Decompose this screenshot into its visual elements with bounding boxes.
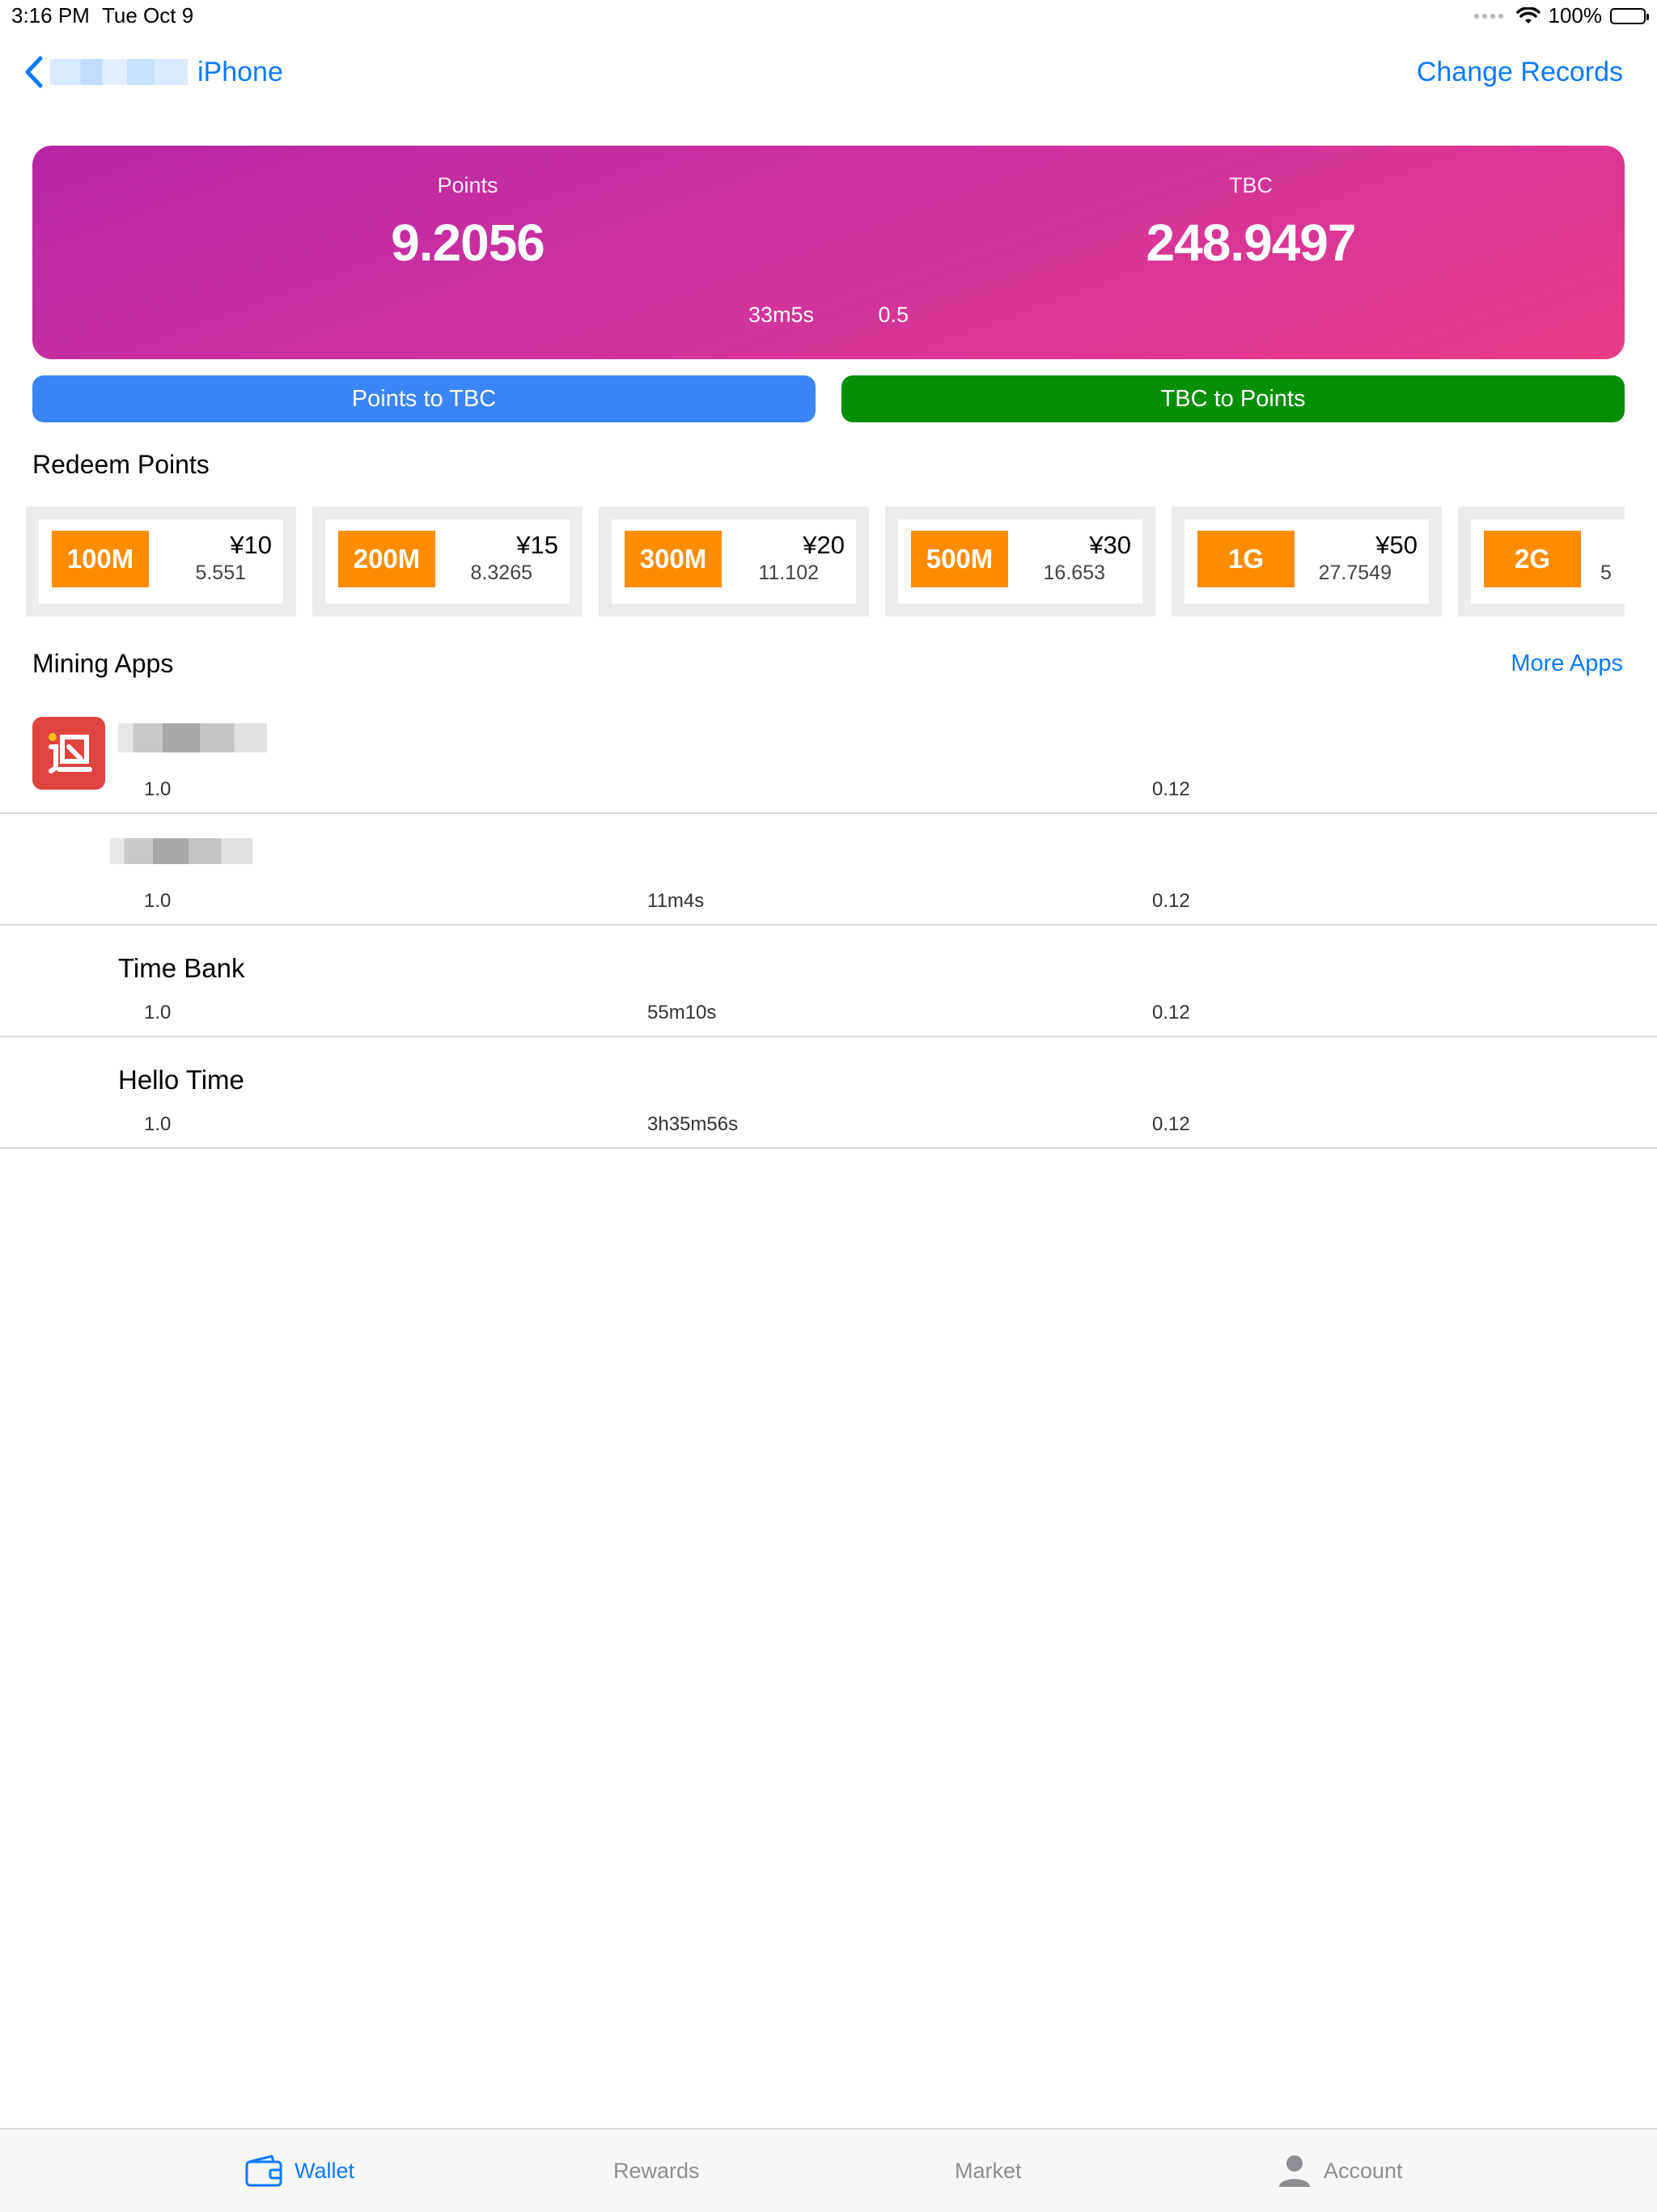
mining-app-row[interactable]: Time Bank 1.0 55m10s 0.12: [0, 924, 1657, 1037]
redeem-item[interactable]: 500M ¥30 16.653: [885, 506, 1155, 617]
app-version: 1.0: [144, 1002, 172, 1023]
redeem-card: 100M ¥10 5.551: [39, 519, 283, 604]
data-amount-badge: 200M: [338, 531, 435, 587]
data-amount-badge: 500M: [911, 531, 1008, 587]
tab-market[interactable]: Market: [955, 2129, 1022, 2212]
redeem-points: 16.653: [1043, 561, 1105, 584]
tbc-label: TBC: [1229, 173, 1273, 197]
redeem-list[interactable]: 100M ¥10 5.551 200M ¥15 8.3265 300M ¥20 …: [26, 506, 1625, 617]
mining-title: Mining Apps: [32, 649, 174, 678]
redeem-card: 2G 5: [1471, 519, 1625, 604]
balance-card: Points 9.2056 TBC 248.9497 33m5s 0.5: [32, 146, 1625, 359]
redeem-title: Redeem Points: [32, 450, 210, 479]
tab-account-label: Account: [1324, 2158, 1403, 2183]
data-amount-badge: 2G: [1484, 531, 1581, 587]
status-time: 3:16 PM: [11, 3, 90, 28]
tab-rewards-label: Rewards: [613, 2158, 700, 2183]
points-to-tbc-button[interactable]: Points to TBC: [32, 375, 816, 422]
redeem-points: 5: [1600, 561, 1612, 584]
app-time: 3h35m56s: [647, 1113, 739, 1135]
app-rate: 0.12: [1152, 890, 1190, 912]
change-records-button[interactable]: Change Records: [1417, 57, 1623, 88]
redeem-item[interactable]: 100M ¥10 5.551: [26, 506, 296, 617]
more-apps-link[interactable]: More Apps: [1511, 650, 1623, 677]
battery-icon: [1610, 7, 1649, 24]
nav-bar: iPhone Change Records: [0, 49, 1657, 97]
back-button[interactable]: iPhone: [18, 53, 283, 91]
app-time: 55m10s: [647, 1002, 717, 1023]
cellular-icon: [1473, 13, 1503, 19]
redeem-points: 27.7549: [1318, 561, 1392, 584]
tab-rewards[interactable]: Rewards: [613, 2129, 700, 2212]
points-label: Points: [437, 173, 498, 197]
redeem-card: 1G ¥50 27.7549: [1184, 519, 1429, 604]
points-value: 9.2056: [391, 214, 545, 272]
tab-market-label: Market: [955, 2158, 1022, 2183]
data-amount-badge: 1G: [1197, 531, 1295, 587]
app-version: 1.0: [144, 778, 172, 800]
blurred-app-name: [110, 838, 252, 864]
app-version: 1.0: [144, 890, 172, 912]
wallet-icon: [245, 2155, 282, 2187]
blurred-app-name: [118, 723, 267, 752]
redeem-card: 300M ¥20 11.102: [612, 519, 856, 604]
redeem-item[interactable]: 1G ¥50 27.7549: [1172, 506, 1442, 617]
app-version: 1.0: [144, 1113, 172, 1135]
mining-app-row[interactable]: 1.0 11m4s 0.12: [0, 812, 1657, 926]
app-name: Hello Time: [118, 1065, 244, 1095]
mining-rate: 0.5: [878, 303, 909, 327]
app-icon: [32, 717, 105, 790]
app-time: 11m4s: [647, 890, 705, 912]
tbc-to-points-button[interactable]: TBC to Points: [841, 375, 1625, 422]
redeem-points: 5.551: [195, 561, 246, 584]
redeem-card: 200M ¥15 8.3265: [325, 519, 570, 604]
tbc-balance: TBC 248.9497: [1008, 173, 1494, 273]
app-rate: 0.12: [1152, 1002, 1190, 1023]
app-rate: 0.12: [1152, 1113, 1190, 1135]
balance-meta: 33m5s 0.5: [32, 303, 1625, 328]
mining-app-row[interactable]: 1.0 0.12: [0, 701, 1657, 814]
tab-bar: Wallet Rewards Market Account: [0, 2128, 1657, 2212]
redeem-price: ¥30: [1089, 531, 1131, 559]
tab-wallet[interactable]: Wallet: [244, 2129, 354, 2212]
wifi-icon: [1515, 6, 1540, 23]
status-bar: 3:16 PM Tue Oct 9 100%: [0, 0, 1657, 32]
redeem-price: ¥10: [230, 531, 272, 559]
person-icon: [1279, 2155, 1310, 2187]
points-balance: Points 9.2056: [225, 173, 710, 273]
tab-account[interactable]: Account: [1277, 2129, 1403, 2212]
mining-duration: 33m5s: [748, 303, 814, 327]
data-amount-badge: 100M: [52, 531, 149, 587]
back-label: iPhone: [197, 56, 283, 87]
tbc-value: 248.9497: [1146, 214, 1357, 272]
app-rate: 0.12: [1152, 778, 1190, 800]
redeem-price: ¥50: [1375, 531, 1418, 559]
blurred-device-name: [50, 59, 188, 85]
battery-percent: 100%: [1548, 3, 1603, 28]
mining-app-row[interactable]: Hello Time 1.0 3h35m56s 0.12: [0, 1036, 1657, 1149]
data-amount-badge: 300M: [625, 531, 722, 587]
redeem-item[interactable]: 300M ¥20 11.102: [599, 506, 869, 617]
tab-wallet-label: Wallet: [295, 2158, 355, 2183]
redeem-points: 11.102: [758, 561, 819, 584]
redeem-card: 500M ¥30 16.653: [898, 519, 1142, 604]
redeem-price: ¥15: [516, 531, 558, 559]
status-right: 100%: [1473, 3, 1649, 28]
redeem-item[interactable]: 200M ¥15 8.3265: [312, 506, 583, 617]
chevron-left-icon: [25, 56, 43, 88]
redeem-item[interactable]: 2G 5: [1458, 506, 1625, 617]
app-glyph-icon: [49, 733, 92, 773]
status-date: Tue Oct 9: [102, 3, 194, 28]
redeem-points: 8.3265: [470, 561, 532, 584]
redeem-price: ¥20: [803, 531, 845, 559]
app-name: Time Bank: [118, 953, 245, 983]
